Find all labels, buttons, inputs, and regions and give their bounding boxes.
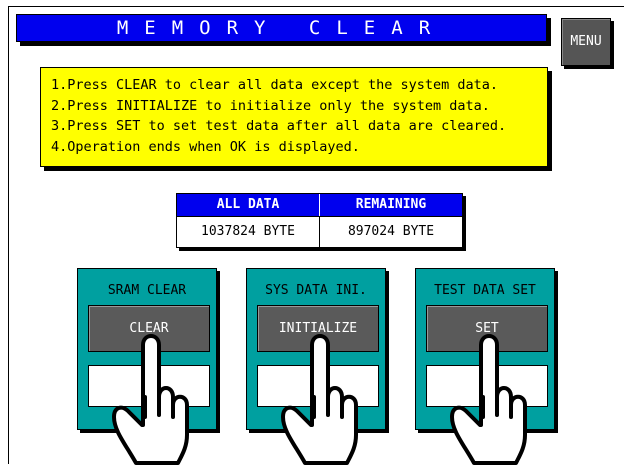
panel-title: TEST DATA SET: [434, 283, 536, 298]
pointing-hand-icon: [281, 334, 358, 465]
menu-button[interactable]: MENU: [561, 18, 611, 66]
instruction-line: 3.Press SET to set test data after all d…: [51, 118, 507, 134]
panel-title: SRAM CLEAR: [107, 283, 187, 298]
remaining-header: REMAINING: [319, 194, 462, 216]
page-title: MEMORY CLEAR: [16, 14, 547, 42]
all-data-value: 1037824 BYTE: [201, 224, 295, 239]
remaining-value: 897024 BYTE: [319, 217, 462, 248]
panel-title: SYS DATA INI.: [265, 283, 367, 298]
memory-table: ALL DATA REMAINING 1037824 BYTE 897024 B…: [176, 193, 463, 248]
memory-table-header: ALL DATA REMAINING: [177, 194, 462, 216]
all-data-header: ALL DATA: [216, 197, 280, 212]
pointing-hand-icon: [450, 334, 527, 465]
memory-table-row: 1037824 BYTE 897024 BYTE: [177, 216, 462, 248]
instruction-line: 4.Operation ends when OK is displayed.: [51, 138, 360, 155]
pointing-hand-icon: [112, 334, 189, 465]
instruction-line: 2.Press INITIALIZE to initialize only th…: [51, 97, 490, 114]
instruction-line: 1.Press CLEAR to clear all data except t…: [51, 77, 499, 93]
instructions-box: 1.Press CLEAR to clear all data except t…: [40, 67, 548, 167]
